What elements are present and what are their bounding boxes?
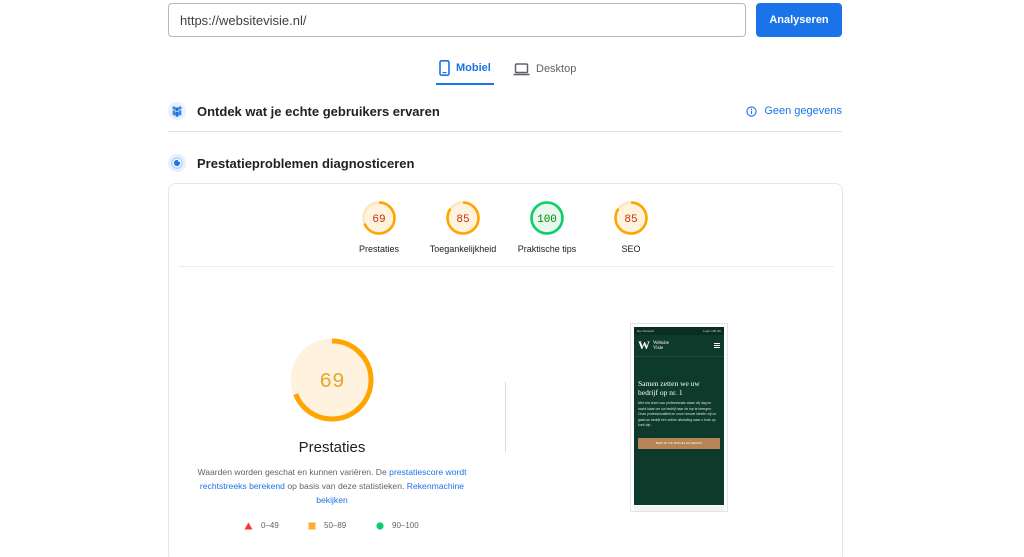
score-description: Waarden worden geschat en kunnen variëre…: [195, 465, 469, 507]
score-gauge-icon: 69: [362, 201, 396, 235]
screenshot-headline: Samen zetten we uw bedrijf op nr. 1: [638, 379, 700, 397]
main-score-title: Prestaties: [298, 439, 366, 456]
square-icon: [308, 522, 316, 529]
status-right: Login 100 4G: [702, 329, 721, 333]
score-gauge-icon: 100: [530, 201, 564, 235]
smartphone-icon: [439, 59, 450, 76]
tab-mobile-label: Mobiel: [456, 61, 491, 74]
info-icon: [746, 105, 757, 117]
lab-data-section: Prestatieproblemen diagnosticeren: [168, 151, 842, 175]
page-screenshot[interactable]: Dev Network Login 100 4G W Website Visie…: [630, 323, 728, 512]
desc-text-2: op basis van deze statistieken.: [284, 481, 407, 491]
hamburger-icon: [714, 343, 720, 348]
legend-average: 50–89: [308, 521, 346, 530]
screenshot-bottom: [634, 506, 724, 511]
category-gauge-accessibility[interactable]: 85 Toegankelijkheid: [423, 200, 503, 254]
main-score-gauge: 69: [288, 336, 376, 429]
score-gauge-icon: 85: [446, 201, 480, 235]
lab-data-title: Prestatieproblemen diagnosticeren: [197, 155, 415, 171]
analyze-button[interactable]: Analyseren: [756, 3, 842, 37]
legend-range: 90–100: [392, 521, 419, 530]
legend-pass: 90–100: [376, 521, 419, 530]
category-gauge-best-practices[interactable]: 100 Praktische tips: [507, 200, 587, 254]
legend-range: 0–49: [261, 521, 279, 530]
category-gauge-performance[interactable]: 69 Prestaties: [339, 200, 419, 254]
logo-mark: W: [638, 338, 650, 352]
main-score-value: 69: [319, 371, 344, 394]
desc-text-1: Waarden worden geschat en kunnen variëre…: [197, 467, 390, 477]
legend-fail: 0–49: [244, 521, 279, 530]
category-label: Prestaties: [358, 244, 400, 254]
score-value: 69: [372, 214, 385, 226]
field-data-title: Ontdek wat je echte gebruikers ervaren: [197, 103, 440, 119]
circle-icon: [376, 521, 384, 530]
users-icon: [168, 102, 186, 120]
card-divider: [179, 266, 834, 267]
screenshot-header: W Website Visie: [634, 335, 724, 357]
url-input[interactable]: [168, 3, 746, 37]
legend-range: 50–89: [324, 521, 347, 530]
score-value: 85: [624, 214, 637, 226]
tab-desktop-label: Desktop: [536, 63, 577, 75]
tab-mobile[interactable]: Mobiel: [436, 58, 494, 85]
screenshot-screen: Dev Network Login 100 4G W Website Visie…: [634, 327, 724, 505]
category-label: Toegankelijkheid: [429, 244, 497, 254]
vertical-divider: [505, 382, 506, 452]
triangle-icon: [244, 522, 253, 529]
screenshot-cta: BEKIJK DE MOGELIJKHEDEN: [638, 437, 720, 449]
category-gauge-seo[interactable]: 85 SEO: [591, 200, 671, 254]
no-data-link[interactable]: Geen gegevens: [746, 105, 842, 117]
score-value: 100: [537, 214, 557, 226]
field-data-section: Ontdek wat je echte gebruikers ervaren G…: [168, 99, 842, 123]
score-gauge-icon: 85: [614, 201, 648, 235]
status-left: Dev Network: [637, 329, 655, 333]
score-value: 85: [456, 214, 469, 226]
tab-desktop[interactable]: Desktop: [513, 58, 576, 86]
laptop-icon: [513, 62, 530, 75]
lab-icon: [168, 154, 186, 172]
main-gauge-icon: 69: [290, 338, 374, 422]
category-label: Praktische tips: [517, 244, 577, 254]
screenshot-body: Met ons team van professionals staan wij…: [638, 401, 717, 428]
no-data-label: Geen gegevens: [764, 105, 842, 117]
logo-text: Website Visie: [653, 340, 669, 351]
section-divider: [168, 131, 842, 132]
category-label: SEO: [621, 244, 641, 254]
screenshot-status-bar: Dev Network Login 100 4G: [634, 327, 724, 335]
